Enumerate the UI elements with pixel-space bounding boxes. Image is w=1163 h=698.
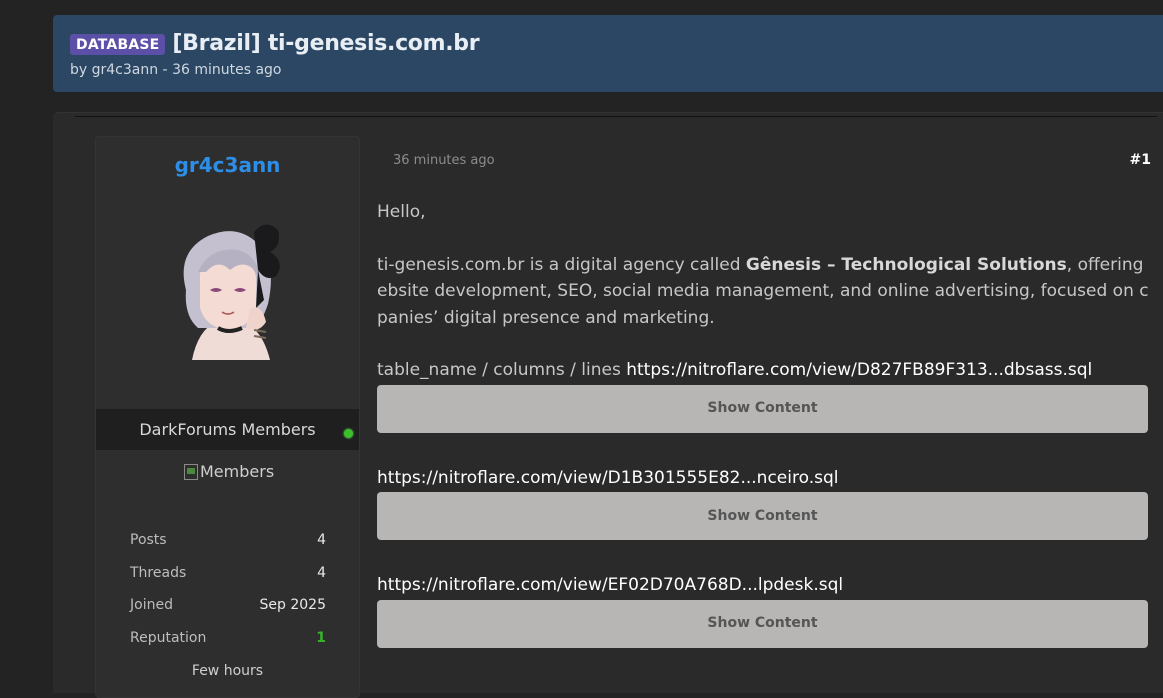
author-username[interactable]: gr4c3ann <box>96 153 359 177</box>
author-avatar[interactable] <box>158 212 293 362</box>
thread-header: DATABASE [Brazil] ti-genesis.com.br by g… <box>53 15 1163 92</box>
download-link-line-2: https://nitroflare.com/view/D1B301555E82… <box>377 465 1149 492</box>
links-prefix: table_name / columns / lines <box>377 360 627 380</box>
post-divider <box>75 116 1157 117</box>
stat-row-reputation: Reputation 1 <box>130 630 326 663</box>
usergroup-image-alt: Members <box>200 462 275 481</box>
stat-value[interactable]: 1 <box>316 630 326 663</box>
thread-prefix-badge[interactable]: DATABASE <box>70 34 166 55</box>
stat-label: Joined <box>130 597 173 613</box>
author-stats: Posts 4 Threads 4 Joined Sep 2025 Reputa… <box>130 532 326 662</box>
post-description-line-1: ti-genesis.com.br is a digital agency ca… <box>377 252 1149 279</box>
stat-value: Sep 2025 <box>259 597 326 613</box>
stat-row-threads: Threads 4 <box>130 565 326 598</box>
broken-image-icon <box>184 463 198 480</box>
author-last-seen: Few hours <box>191 663 264 679</box>
thread-author-link[interactable]: gr4c3ann <box>92 62 158 78</box>
download-link[interactable]: https://nitroflare.com/view/D1B301555E82… <box>377 468 838 488</box>
stat-value[interactable]: 4 <box>317 565 326 598</box>
thread-meta-separator: - <box>158 62 173 78</box>
download-link[interactable]: https://nitroflare.com/view/EF02D70A768D… <box>377 575 843 595</box>
stat-label: Reputation <box>130 629 207 646</box>
usergroup-image: Members <box>184 462 274 481</box>
thread-title-row: DATABASE [Brazil] ti-genesis.com.br <box>70 31 480 56</box>
show-content-button[interactable]: Show Content <box>377 492 1148 540</box>
post-permalink[interactable]: #1 <box>1130 152 1151 168</box>
usergroup-bar: DarkForums Members <box>96 409 359 450</box>
thread-time: 36 minutes ago <box>172 62 282 78</box>
post-greeting: Hello, <box>377 202 426 222</box>
download-link[interactable]: https://nitroflare.com/view/D827FB89F313… <box>626 360 1092 380</box>
show-content-button[interactable]: Show Content <box>377 599 1148 648</box>
show-content-button[interactable]: Show Content <box>377 384 1148 433</box>
usergroup-title: DarkForums Members <box>139 420 316 439</box>
thread-title: [Brazil] ti-genesis.com.br <box>172 31 480 56</box>
post-description-text: , offering w <box>1066 254 1149 275</box>
post-body: Hello, ti-genesis.com.br is a digital ag… <box>377 199 1149 648</box>
stat-row-joined: Joined Sep 2025 <box>130 597 326 630</box>
download-link-line-3: https://nitroflare.com/view/EF02D70A768D… <box>377 572 1149 599</box>
thread-meta: by gr4c3ann - 36 minutes ago <box>70 62 281 78</box>
post-description-line-2: ebsite development, SEO, social media ma… <box>377 281 1149 301</box>
author-panel: gr4c3ann DarkForums Members Members Post… <box>95 136 360 698</box>
post-container: gr4c3ann DarkForums Members Members Post… <box>53 112 1163 698</box>
post-date: 36 minutes ago <box>393 153 495 168</box>
stat-value[interactable]: 4 <box>317 532 326 565</box>
thread-meta-by: by <box>70 62 92 78</box>
stat-label: Posts <box>130 532 167 548</box>
stat-label: Threads <box>130 564 187 581</box>
post-description-bold: Gênesis – Technological Solutions <box>745 254 1067 275</box>
stat-row-posts: Posts 4 <box>130 532 326 565</box>
post-description-line-3: panies’ digital presence and marketing. <box>377 307 715 328</box>
download-link-line-1: table_name / columns / lines https://nit… <box>377 357 1149 384</box>
post-number: #1 <box>1130 152 1151 168</box>
online-status-icon <box>344 429 353 438</box>
post-description-text: ti-genesis.com.br is a digital agency ca… <box>377 254 746 275</box>
